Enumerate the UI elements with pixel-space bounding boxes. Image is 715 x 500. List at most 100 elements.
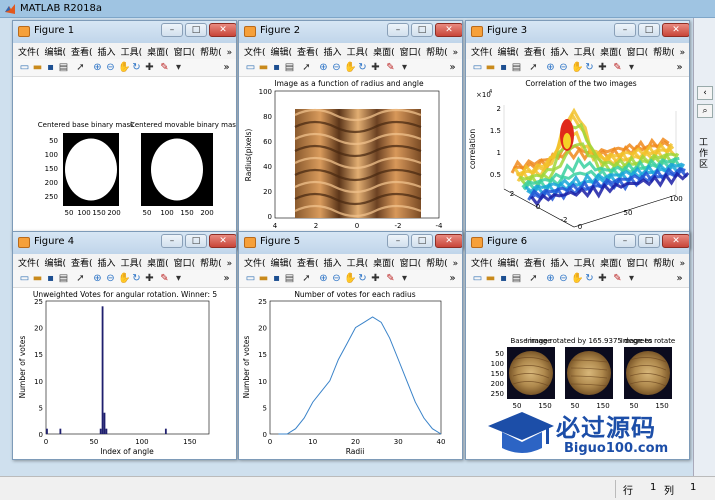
data-cursor-icon[interactable]: ✚ xyxy=(597,62,608,73)
menu-item[interactable]: 工具( xyxy=(116,254,143,269)
minimize-button[interactable]: – xyxy=(387,23,409,37)
menu-item[interactable]: 文件( xyxy=(239,254,266,269)
open-folder-icon[interactable]: ▬ xyxy=(258,273,269,284)
brush-icon[interactable]: ✎ xyxy=(159,62,170,73)
close-button[interactable]: ✕ xyxy=(435,23,462,37)
zoom-in-icon[interactable]: ⊕ xyxy=(318,273,329,284)
zoom-in-icon[interactable]: ⊕ xyxy=(318,62,329,73)
menu-item[interactable]: 编辑( xyxy=(493,43,520,58)
save-icon[interactable]: ▪ xyxy=(45,62,56,73)
menu-item[interactable]: 窗口( xyxy=(395,43,422,58)
menu-item[interactable]: 文件( xyxy=(13,254,40,269)
legend-icon[interactable]: ▾ xyxy=(626,62,637,73)
pan-icon[interactable]: ✋ xyxy=(571,62,583,73)
open-folder-icon[interactable]: ▬ xyxy=(32,62,43,73)
figure-plot-area[interactable]: Image as a function of radius and angle 4… xyxy=(239,77,463,249)
pointer-icon[interactable]: ➚ xyxy=(301,62,312,73)
save-icon[interactable]: ▪ xyxy=(498,273,509,284)
menu-item[interactable]: 帮助( xyxy=(421,254,448,269)
pan-icon[interactable]: ✋ xyxy=(571,273,583,284)
panel-collapse-button[interactable]: ‹ xyxy=(697,86,713,100)
save-icon[interactable]: ▪ xyxy=(271,62,282,73)
menu-item[interactable]: 文件( xyxy=(13,43,40,58)
legend-icon[interactable]: ▾ xyxy=(399,62,410,73)
menu-item[interactable]: 窗口( xyxy=(395,254,422,269)
rotate-3d-icon[interactable]: ↻ xyxy=(584,62,595,73)
zoom-out-icon[interactable]: ⊖ xyxy=(558,273,569,284)
menu-item[interactable]: 查看( xyxy=(292,43,319,58)
menu-item[interactable]: 编辑( xyxy=(266,43,293,58)
maximize-button[interactable]: □ xyxy=(638,23,660,37)
menu-item[interactable]: 帮助( xyxy=(648,254,675,269)
toolbar-more-button[interactable]: » xyxy=(447,62,458,73)
toolbar-more-button[interactable]: » xyxy=(674,273,685,284)
menu-item[interactable]: 窗口( xyxy=(169,254,196,269)
zoom-out-icon[interactable]: ⊖ xyxy=(331,62,342,73)
pan-icon[interactable]: ✋ xyxy=(344,62,356,73)
figure-window-5[interactable]: Figure 5– □ ✕ 文件(编辑(查看(插入 工具(桌面(窗口(帮助(» ▭ ▬ ▪ ▤ ➚… xyxy=(238,231,463,460)
menu-item[interactable]: 桌面( xyxy=(595,254,622,269)
data-cursor-icon[interactable]: ✚ xyxy=(597,273,608,284)
print-icon[interactable]: ▤ xyxy=(284,273,295,284)
workspace-panel[interactable]: ‹ ⌕ 工作区 xyxy=(693,18,715,476)
pointer-icon[interactable]: ➚ xyxy=(528,273,539,284)
menu-item[interactable]: 桌面( xyxy=(142,254,169,269)
open-folder-icon[interactable]: ▬ xyxy=(485,273,496,284)
menu-item[interactable]: 桌面( xyxy=(368,43,395,58)
figure-window-3[interactable]: Figure 3– □ ✕ 文件(编辑(查看(插入 工具(桌面(窗口(帮助(» ▭ ▬ ▪ ▤ ➚… xyxy=(465,20,690,249)
pointer-icon[interactable]: ➚ xyxy=(528,62,539,73)
figure-canvas[interactable]: Image as a function of radius and angle 4… xyxy=(239,77,463,249)
brush-icon[interactable]: ✎ xyxy=(612,273,623,284)
legend-icon[interactable]: ▾ xyxy=(173,273,184,284)
minimize-button[interactable]: – xyxy=(161,234,183,248)
new-file-icon[interactable]: ▭ xyxy=(245,62,256,73)
menu-item[interactable]: 查看( xyxy=(519,254,546,269)
pan-icon[interactable]: ✋ xyxy=(344,273,356,284)
rotate-3d-icon[interactable]: ↻ xyxy=(131,273,142,284)
menu-more-button[interactable]: » xyxy=(675,257,686,269)
menu-item[interactable]: 工具( xyxy=(569,254,596,269)
save-icon[interactable]: ▪ xyxy=(271,273,282,284)
menu-item[interactable]: 桌面( xyxy=(142,43,169,58)
maximize-button[interactable]: □ xyxy=(411,23,433,37)
menu-more-button[interactable]: » xyxy=(448,257,459,269)
figure-window-2[interactable]: Figure 2– □ ✕ 文件(编辑(查看(插入 工具(桌面(窗口(帮助(» ▭ ▬ ▪ ▤ ➚… xyxy=(238,20,463,249)
rotate-3d-icon[interactable]: ↻ xyxy=(584,273,595,284)
rotate-3d-icon[interactable]: ↻ xyxy=(357,273,368,284)
minimize-button[interactable]: – xyxy=(614,23,636,37)
legend-icon[interactable]: ▾ xyxy=(626,273,637,284)
close-button[interactable]: ✕ xyxy=(662,23,689,37)
menu-item[interactable]: 文件( xyxy=(466,43,493,58)
menu-more-button[interactable]: » xyxy=(222,257,233,269)
figure-canvas[interactable]: Correlation of the two images 2 1.5 1 0.5 ×10… xyxy=(466,77,689,248)
print-icon[interactable]: ▤ xyxy=(284,62,295,73)
toolbar-more-button[interactable]: » xyxy=(447,273,458,284)
menu-item[interactable]: 编辑( xyxy=(266,254,293,269)
menu-item[interactable]: 编辑( xyxy=(40,254,67,269)
figure-titlebar[interactable]: Figure 2 – □ ✕ xyxy=(239,21,462,43)
menu-item[interactable]: 帮助( xyxy=(195,254,222,269)
print-icon[interactable]: ▤ xyxy=(58,62,69,73)
menu-more-button[interactable]: » xyxy=(222,46,233,58)
new-file-icon[interactable]: ▭ xyxy=(245,273,256,284)
print-icon[interactable]: ▤ xyxy=(511,62,522,73)
zoom-out-icon[interactable]: ⊖ xyxy=(331,273,342,284)
maximize-button[interactable]: □ xyxy=(185,23,207,37)
pointer-icon[interactable]: ➚ xyxy=(75,62,86,73)
close-button[interactable]: ✕ xyxy=(435,234,462,248)
figure-window-4[interactable]: Figure 4– □ ✕ 文件(编辑(查看(插入 工具(桌面(窗口(帮助(» ▭ ▬ ▪ ▤ ➚… xyxy=(12,231,237,460)
menu-item[interactable]: 查看( xyxy=(292,254,319,269)
menu-item[interactable]: 查看( xyxy=(519,43,546,58)
menu-item[interactable]: 帮助( xyxy=(195,43,222,58)
figure-titlebar[interactable]: Figure 1 – □ ✕ xyxy=(13,21,236,43)
rotate-3d-icon[interactable]: ↻ xyxy=(131,62,142,73)
menu-item[interactable]: 插入 xyxy=(93,254,116,269)
legend-icon[interactable]: ▾ xyxy=(173,62,184,73)
menu-item[interactable]: 桌面( xyxy=(595,43,622,58)
menu-item[interactable]: 查看( xyxy=(66,254,93,269)
data-cursor-icon[interactable]: ✚ xyxy=(370,62,381,73)
toolbar-more-button[interactable]: » xyxy=(221,62,232,73)
figure-canvas[interactable]: Unweighted Votes for angular rotation. W… xyxy=(13,288,236,459)
maximize-button[interactable]: □ xyxy=(411,234,433,248)
zoom-out-icon[interactable]: ⊖ xyxy=(105,62,116,73)
